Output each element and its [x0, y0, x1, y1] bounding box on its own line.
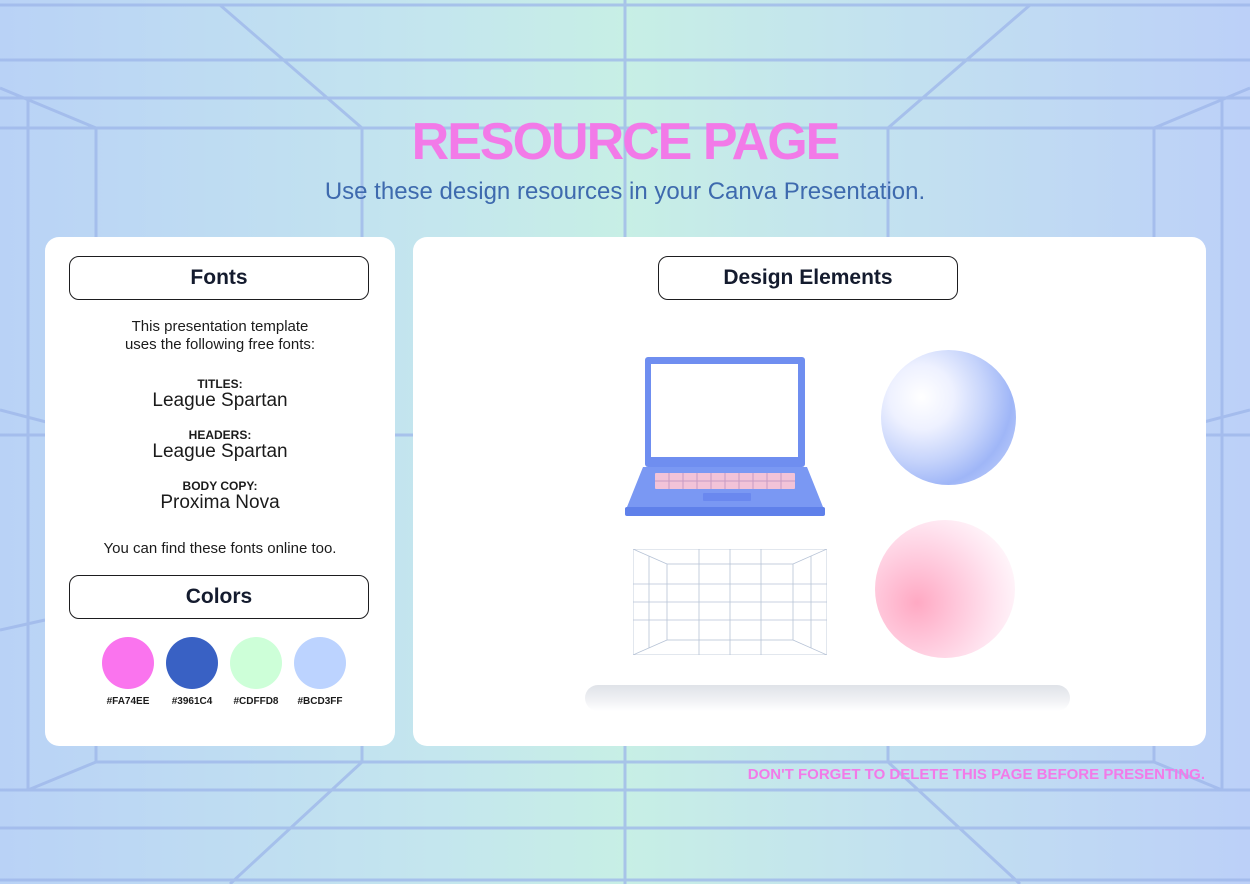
- blue-sphere-icon: [881, 350, 1016, 485]
- fonts-note: You can find these fonts online too.: [103, 540, 337, 557]
- font-group-headers: HEADERS: League Spartan: [45, 428, 395, 462]
- font-group-body-copy: BODY COPY: Proxima Nova: [45, 479, 395, 513]
- swatch-hex: #CDFFD8: [233, 696, 279, 707]
- color-swatch: #3961C4: [164, 637, 220, 707]
- swatch-hex: #BCD3FF: [297, 696, 343, 707]
- swatch-dot: [102, 637, 154, 689]
- color-swatches: #FA74EE #3961C4 #CDFFD8 #BCD3FF: [100, 637, 348, 707]
- shelf-bar-element: [585, 685, 1070, 711]
- delete-page-warning: DON'T FORGET TO DELETE THIS PAGE BEFORE …: [747, 766, 1205, 783]
- font-group-label: BODY COPY:: [182, 479, 258, 493]
- page-title: RESOURCE PAGE: [411, 113, 841, 171]
- fonts-intro-line1: This presentation template: [131, 318, 309, 335]
- fonts-colors-card: Fonts This presentation template uses th…: [45, 237, 395, 746]
- font-group-label: TITLES:: [197, 377, 243, 391]
- fonts-intro: This presentation template uses the foll…: [45, 318, 395, 354]
- swatch-hex: #3961C4: [171, 696, 213, 707]
- fonts-heading: Fonts: [69, 256, 369, 300]
- page-subtitle: Use these design resources in your Canva…: [324, 178, 926, 205]
- swatch-dot: [230, 637, 282, 689]
- swatch-dot: [294, 637, 346, 689]
- design-elements-card: Design Elements: [413, 237, 1206, 746]
- fonts-intro-line2: uses the following free fonts:: [124, 336, 316, 353]
- swatch-hex: #FA74EE: [106, 696, 150, 707]
- font-group-titles: TITLES: League Spartan: [45, 377, 395, 411]
- wireframe-room-icon: [633, 549, 827, 655]
- color-swatch: #CDFFD8: [228, 637, 284, 707]
- color-swatch: #BCD3FF: [292, 637, 348, 707]
- pink-sphere-icon: [875, 520, 1015, 658]
- swatch-dot: [166, 637, 218, 689]
- font-group-name: League Spartan: [152, 441, 288, 462]
- font-group-name: League Spartan: [152, 390, 288, 411]
- laptop-icon: [625, 357, 825, 516]
- colors-heading: Colors: [69, 575, 369, 619]
- color-swatch: #FA74EE: [100, 637, 156, 707]
- font-group-label: HEADERS:: [188, 428, 252, 442]
- font-group-name: Proxima Nova: [160, 492, 280, 513]
- design-elements-heading: Design Elements: [658, 256, 958, 300]
